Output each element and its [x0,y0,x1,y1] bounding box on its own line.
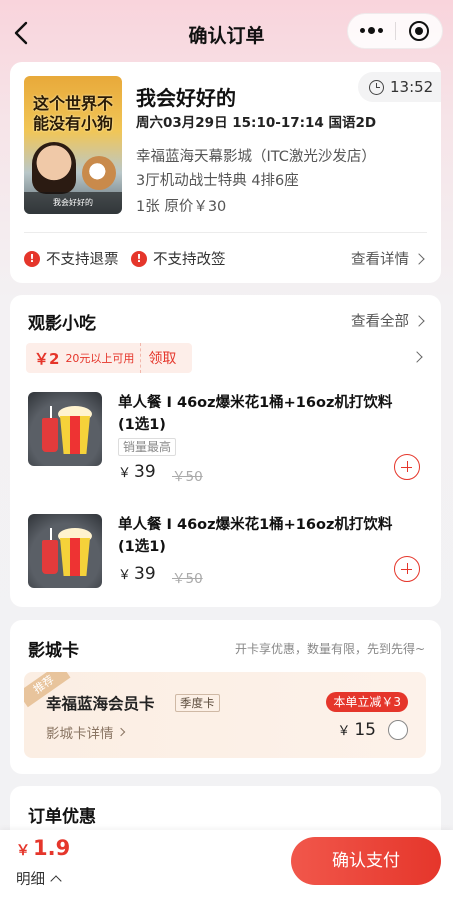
currency-symbol: ￥ [16,843,30,859]
chevron-right-icon[interactable] [411,351,423,363]
target-close-icon [408,21,429,41]
card-type-tag: 季度卡 [175,694,220,712]
original-price: ￥50 [172,469,203,485]
currency-symbol: ￥ [118,466,132,481]
poster-footer: 我会好好的 [24,192,122,214]
section-title: 订单优惠 [28,807,96,827]
policy-label: 不支持退票 [46,252,119,268]
policy-no-refund: ! 不支持退票 [24,248,119,269]
member-card-price: ￥ 15 [337,720,376,740]
price-value: 15 [354,720,376,740]
best-seller-tag: 销量最高 [118,438,177,456]
price-value: 39 [134,564,156,584]
chevron-right-icon [413,252,425,265]
snack-item[interactable]: 单人餐 I 46oz爆米花1桶+16oz机打饮料(1选1) ￥ 39 ￥50 [26,514,426,614]
confirm-pay-button[interactable]: 确认支付 [291,837,441,885]
cinema-card-details-link[interactable]: 影城卡详情 [46,722,125,742]
link-label: 影城卡详情 [46,726,114,742]
more-dots-icon [360,27,383,34]
currency-symbol: ￥ [337,724,351,739]
coupon-amount: ￥2 [34,349,60,368]
snack-coupon[interactable]: ￥2 20元以上可用 领取 [26,343,192,373]
cinema-card-section: 影城卡 开卡享优惠，数量有限，先到先得~ 推荐 幸福蓝海会员卡 季度卡 影城卡详… [10,620,441,774]
countdown-chip: 13:52 [358,72,441,102]
total-value: 1.9 [33,836,71,860]
clock-icon [369,79,384,95]
close-button[interactable] [396,13,442,49]
divider [24,232,427,233]
warning-icon: ! [24,250,40,267]
countdown-text: 13:52 [390,78,434,96]
coupon-divider [140,343,142,373]
section-title: 观影小吃 [28,314,96,334]
snack-image [28,514,102,588]
warning-icon: ! [131,250,147,267]
poster-title-text: 这个世界不能没有小狗 [32,94,113,133]
chevron-right-icon [116,727,125,737]
more-button[interactable] [348,13,395,49]
snack-image [28,392,102,466]
policy-label: 不支持改签 [153,252,226,268]
ticket-price: 1张 原价￥30 [136,199,227,215]
member-card-option[interactable]: 推荐 幸福蓝海会员卡 季度卡 影城卡详情 本单立减￥3 ￥ 15 [24,672,426,758]
cinema-card-tip: 开卡享优惠，数量有限，先到先得~ [234,642,425,656]
snack-price: ￥ 39 [118,462,156,482]
section-title: 影城卡 [28,641,79,661]
poster-person-image [32,142,76,194]
chevron-right-icon [413,314,425,327]
snack-price: ￥ 39 [118,564,156,584]
add-snack-button[interactable] [394,556,420,582]
policy-no-change: ! 不支持改签 [131,248,226,269]
price-detail-toggle[interactable]: 明细 [16,868,62,889]
hall-seat: 3厅机动战士特典 4排6座 [136,173,299,189]
show-time: 周六03月29日 15:10-17:14 国语2D [136,115,377,131]
cinema-name: 幸福蓝海天幕影城（ITC激光沙发店） [136,149,376,165]
currency-symbol: ￥ [118,568,132,583]
coupon-condition: 20元以上可用 [65,352,135,365]
add-snack-button[interactable] [394,454,420,480]
claim-coupon-button[interactable]: 领取 [148,348,176,368]
nav-header: 确认订单 [0,0,453,68]
discount-badge: 本单立减￥3 [326,692,408,712]
poster-dog-image [82,156,116,190]
link-label: 查看全部 [351,314,409,330]
movie-title: 我会好好的 [136,86,236,110]
toggle-label: 明细 [16,872,45,888]
total-amount: ￥ 1.9 [16,836,70,860]
checkout-bar: ￥ 1.9 明细 确认支付 [0,830,453,911]
view-details-link[interactable]: 查看详情 [351,248,425,269]
mini-program-capsule [347,13,443,49]
snack-name: 单人餐 I 46oz爆米花1桶+16oz机打饮料(1选1) [118,395,393,433]
link-label: 查看详情 [351,252,409,268]
select-radio[interactable] [388,720,408,740]
snack-item[interactable]: 单人餐 I 46oz爆米花1桶+16oz机打饮料(1选1) 销量最高 ￥ 39 ￥… [26,392,426,492]
price-value: 39 [134,462,156,482]
movie-ticket-card: 这个世界不能没有小狗 我会好好的 13:52 我会好好的 周六03月29日 15… [10,62,441,283]
snacks-card: 观影小吃 查看全部 ￥2 20元以上可用 领取 单人餐 I 46oz爆米花1桶+… [10,295,441,607]
chevron-up-icon [50,875,62,887]
snack-name: 单人餐 I 46oz爆米花1桶+16oz机打饮料(1选1) [118,517,393,555]
member-card-name: 幸福蓝海会员卡 [46,695,155,713]
original-price: ￥50 [172,571,203,587]
view-all-link[interactable]: 查看全部 [351,310,425,331]
movie-poster[interactable]: 这个世界不能没有小狗 我会好好的 [24,76,122,214]
